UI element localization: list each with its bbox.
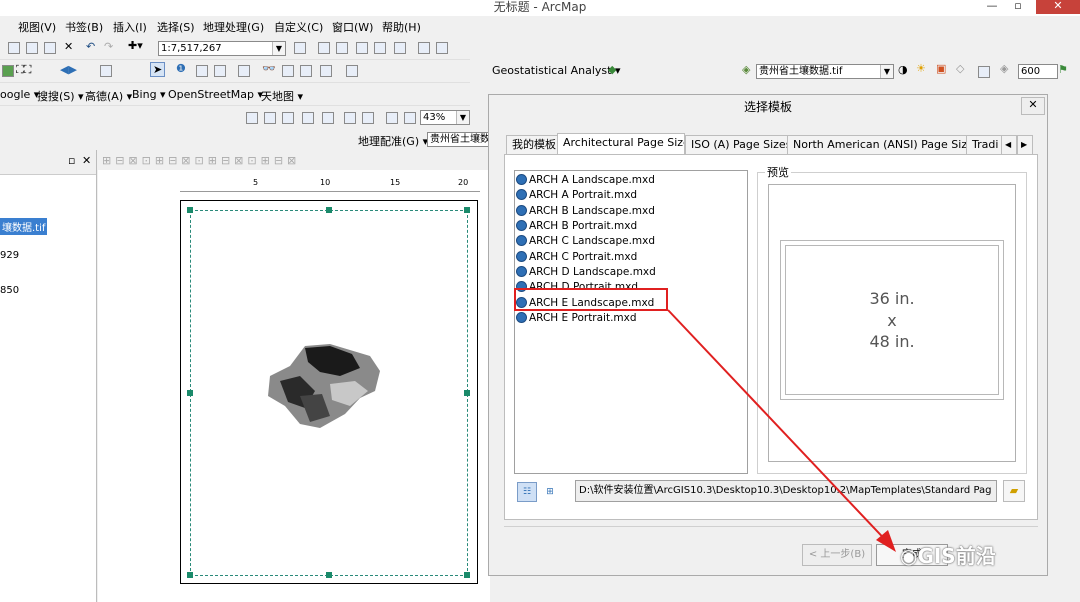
wechat-icon: ◉ [900, 544, 918, 568]
watermark: ◉GIS前沿 [900, 540, 996, 569]
annotation-arrow [667, 309, 896, 552]
watermark-text: GIS前沿 [917, 544, 996, 568]
